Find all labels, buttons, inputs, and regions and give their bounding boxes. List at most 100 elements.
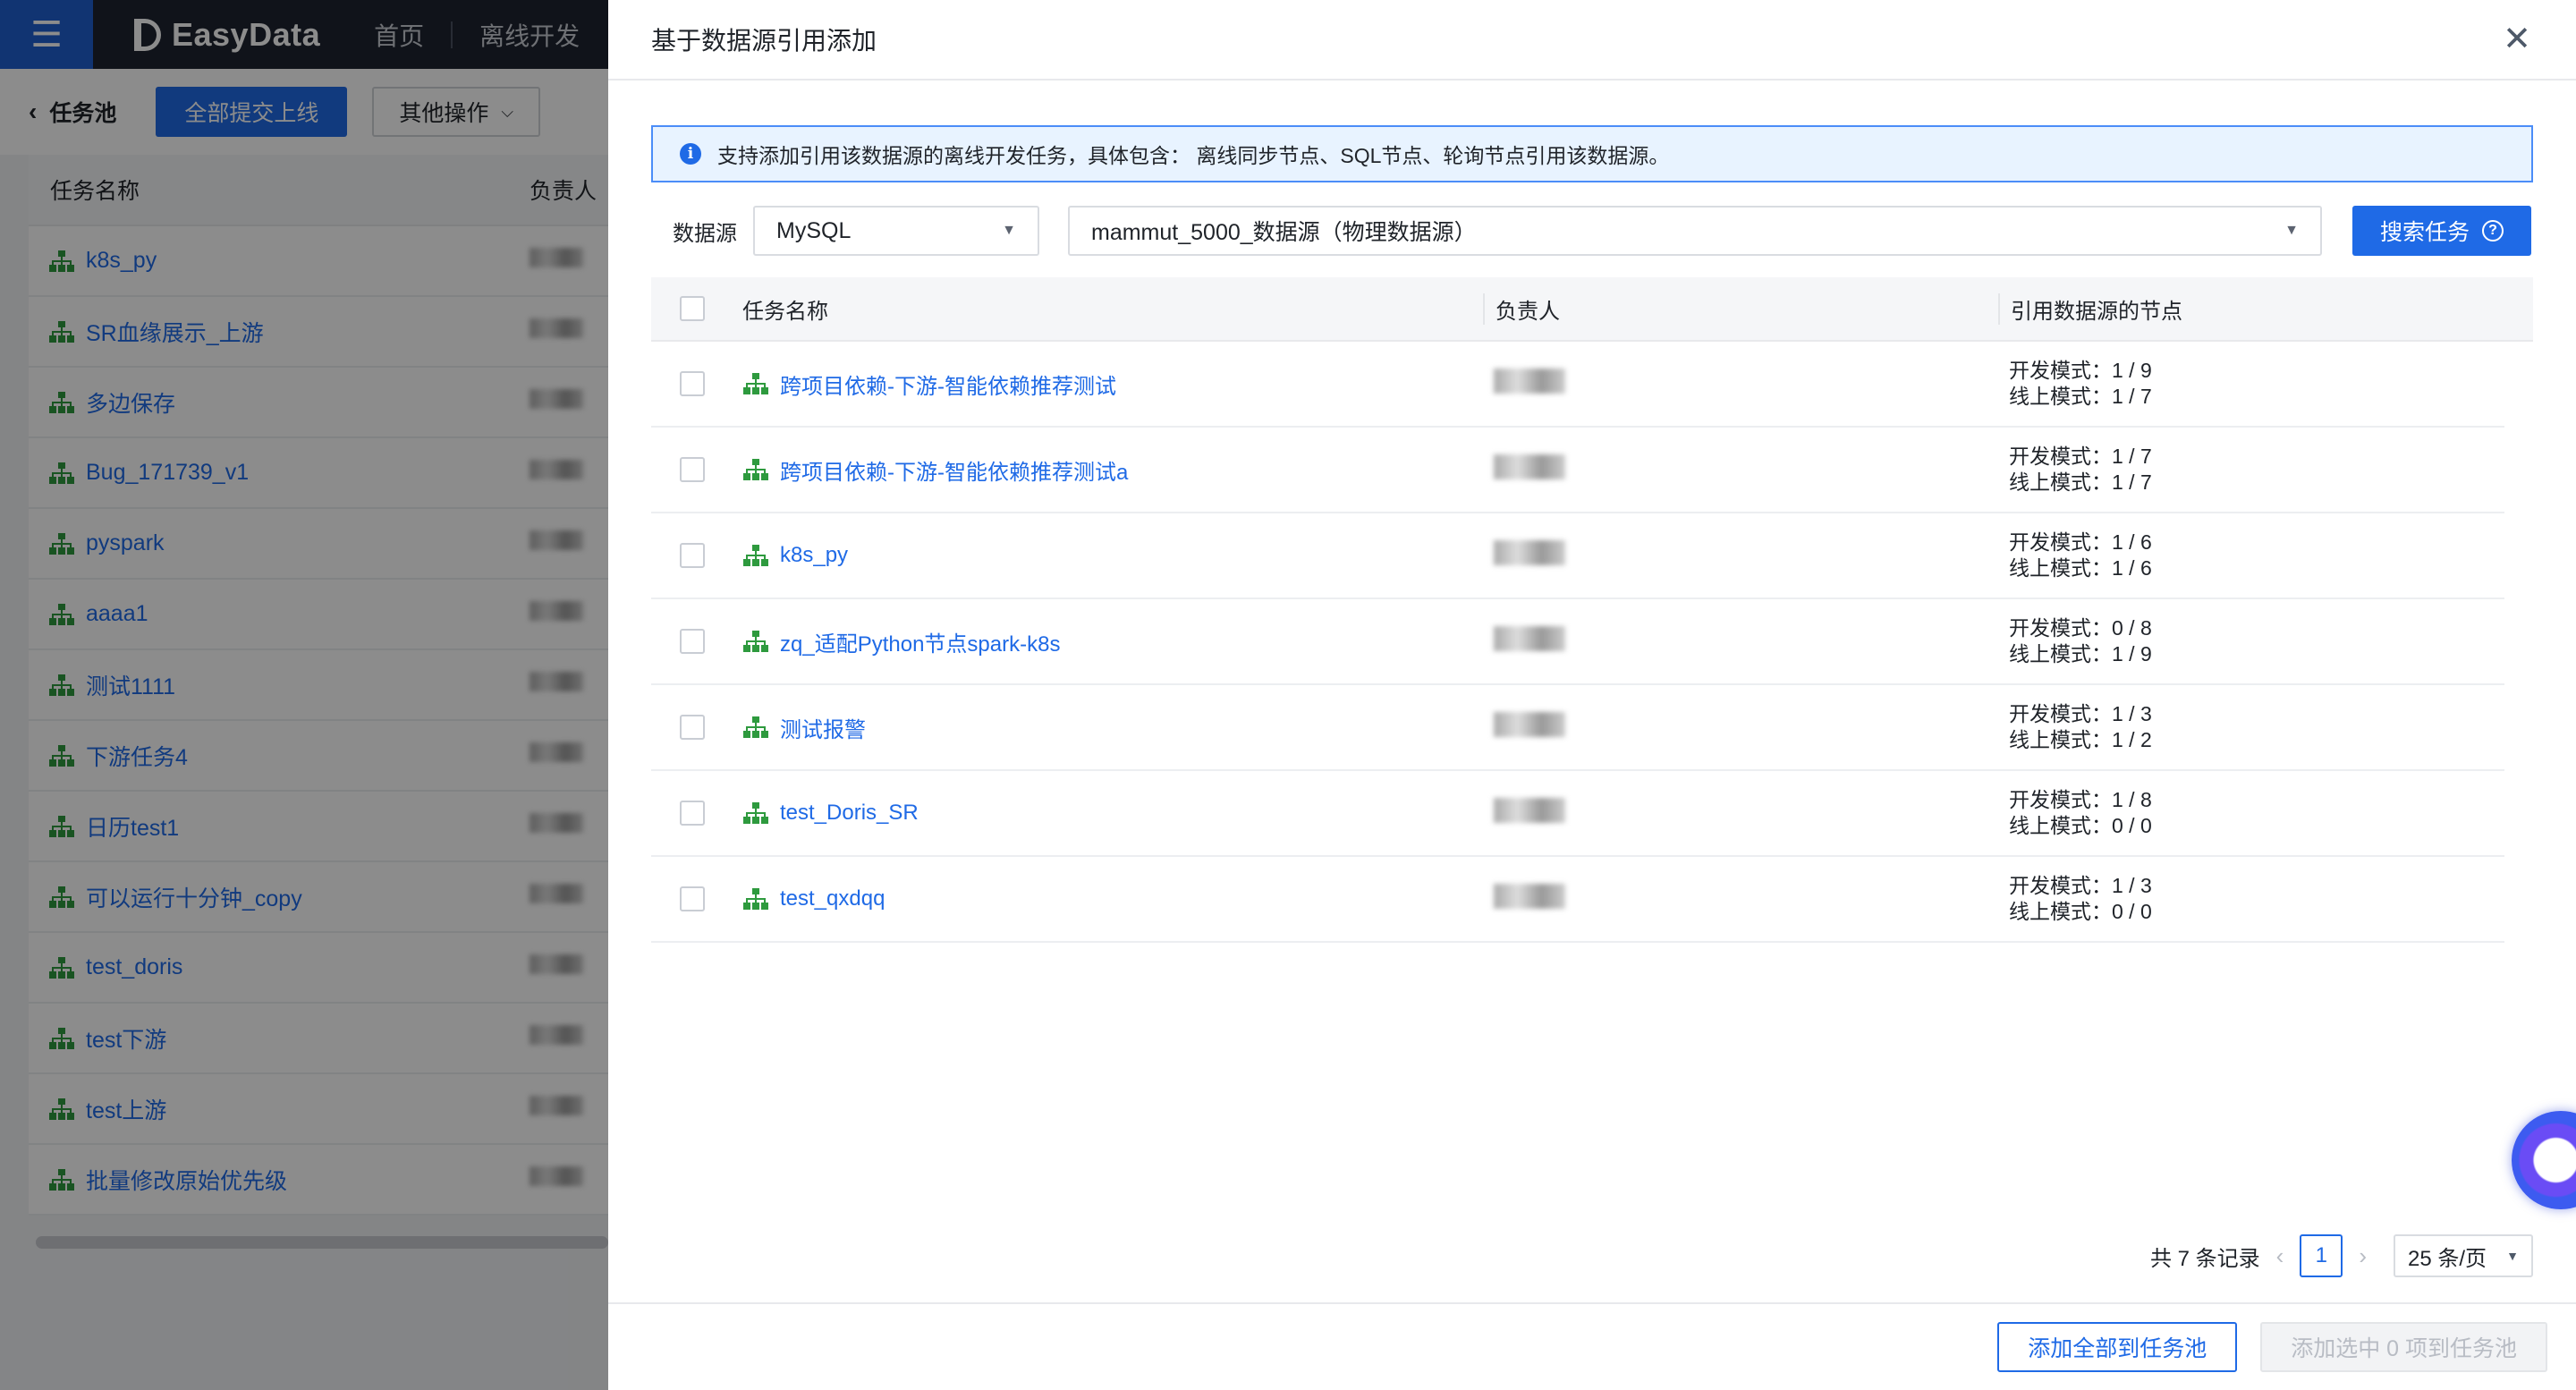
header-owner: 负责人: [1483, 292, 1998, 325]
dev-mode-count: 开发模式：1 / 9: [2009, 359, 2152, 382]
row-checkbox[interactable]: [680, 715, 705, 740]
search-tasks-label: 搜索任务: [2379, 220, 2470, 245]
db-type-select[interactable]: MySQL ▼: [753, 206, 1039, 256]
task-table-row[interactable]: 跨项目依赖-下游-智能依赖推荐测试a 开发模式：1 / 7 线上模式：1 / 7: [651, 428, 2504, 513]
owner-cell: [1483, 711, 1998, 743]
task-name-link[interactable]: k8s_py: [780, 543, 848, 568]
datasource-label: 数据源: [673, 221, 737, 246]
workflow-tree-icon: [743, 545, 768, 566]
online-mode-count: 线上模式：1 / 9: [2009, 642, 2152, 665]
blurred-owner: [1494, 883, 1565, 909]
next-page-icon[interactable]: ›: [2359, 1242, 2367, 1270]
task-name-link[interactable]: test_Doris_SR: [780, 801, 919, 826]
row-checkbox[interactable]: [680, 543, 705, 568]
workflow-tree-icon: [743, 631, 768, 652]
task-table-row[interactable]: 跨项目依赖-下游-智能依赖推荐测试 开发模式：1 / 9 线上模式：1 / 7: [651, 342, 2504, 428]
dev-mode-count: 开发模式：1 / 8: [2009, 788, 2152, 811]
online-mode-count: 线上模式：1 / 6: [2009, 556, 2152, 580]
task-name-cell[interactable]: test_Doris_SR: [742, 801, 1483, 826]
blurred-owner: [1494, 797, 1565, 823]
add-all-button[interactable]: 添加全部到任务池: [1997, 1322, 2238, 1372]
header-ref-nodes: 引用数据源的节点: [1998, 292, 2533, 325]
page-size-value: 25 条/页: [2408, 1246, 2487, 1271]
blurred-owner: [1494, 625, 1565, 651]
task-name-cell[interactable]: 跨项目依赖-下游-智能依赖推荐测试: [742, 369, 1483, 400]
task-name-cell[interactable]: k8s_py: [742, 543, 1483, 568]
close-icon[interactable]: ✕: [2503, 22, 2531, 56]
ref-nodes-cell: 开发模式：1 / 6 线上模式：1 / 6: [1998, 530, 2504, 581]
row-checkbox[interactable]: [680, 371, 705, 396]
datasource-reference-drawer: 基于数据源引用添加 ✕ i 支持添加引用该数据源的离线开发任务，具体包含： 离线…: [608, 0, 2576, 1390]
header-task-name: 任务名称: [742, 299, 828, 324]
help-icon[interactable]: ?: [2482, 220, 2504, 242]
owner-cell: [1483, 368, 1998, 400]
online-mode-count: 线上模式：0 / 0: [2009, 900, 2152, 923]
total-count: 共 7 条记录: [2149, 1246, 2260, 1271]
filter-row: 数据源 MySQL ▼ mammut_5000_数据源（物理数据源） ▼ 搜索任…: [651, 206, 2533, 256]
workflow-tree-icon: [743, 716, 768, 738]
ref-nodes-cell: 开发模式：0 / 8 线上模式：1 / 9: [1998, 615, 2504, 667]
owner-cell: [1483, 883, 1998, 915]
task-name-cell[interactable]: test_qxdqq: [742, 886, 1483, 911]
workflow-tree-icon: [743, 888, 768, 910]
datasource-value: mammut_5000_数据源（物理数据源）: [1091, 220, 1477, 245]
task-name-link[interactable]: 测试报警: [780, 712, 866, 743]
dev-mode-count: 开发模式：1 / 3: [2009, 874, 2152, 897]
blurred-owner: [1494, 711, 1565, 737]
task-table-row[interactable]: k8s_py 开发模式：1 / 6 线上模式：1 / 6: [651, 513, 2504, 599]
page-size-select[interactable]: 25 条/页 ▼: [2394, 1234, 2533, 1277]
caret-down-icon: ▼: [1002, 223, 1016, 238]
caret-down-icon: ▼: [2506, 1249, 2519, 1263]
task-name-link[interactable]: 跨项目依赖-下游-智能依赖推荐测试a: [780, 454, 1128, 486]
ref-nodes-cell: 开发模式：1 / 8 线上模式：0 / 0: [1998, 787, 2504, 839]
task-name-link[interactable]: zq_适配Python节点spark-k8s: [780, 626, 1060, 657]
task-table-row[interactable]: test_Doris_SR 开发模式：1 / 8 线上模式：0 / 0: [651, 771, 2504, 857]
info-text: 支持添加引用该数据源的离线开发任务，具体包含： 离线同步节点、SQL节点、轮询节…: [717, 144, 1670, 167]
drawer-header: 基于数据源引用添加 ✕: [608, 0, 2576, 81]
ref-nodes-cell: 开发模式：1 / 3 线上模式：0 / 0: [1998, 873, 2504, 925]
workflow-tree-icon: [743, 459, 768, 480]
task-name-link[interactable]: test_qxdqq: [780, 886, 885, 911]
blurred-owner: [1494, 539, 1565, 565]
info-banner: i 支持添加引用该数据源的离线开发任务，具体包含： 离线同步节点、SQL节点、轮…: [651, 125, 2533, 182]
dev-mode-count: 开发模式：0 / 8: [2009, 616, 2152, 640]
task-table-row[interactable]: zq_适配Python节点spark-k8s 开发模式：0 / 8 线上模式：1 /…: [651, 599, 2504, 685]
owner-cell: [1483, 453, 1998, 486]
online-mode-count: 线上模式：1 / 7: [2009, 470, 2152, 494]
task-table-row[interactable]: test_qxdqq 开发模式：1 / 3 线上模式：0 / 0: [651, 857, 2504, 943]
owner-cell: [1483, 625, 1998, 657]
add-selected-button[interactable]: 添加选中 0 项到任务池: [2260, 1322, 2547, 1372]
workflow-tree-icon: [743, 373, 768, 394]
db-type-value: MySQL: [776, 217, 852, 243]
online-mode-count: 线上模式：0 / 0: [2009, 814, 2152, 837]
task-table-row[interactable]: 测试报警 开发模式：1 / 3 线上模式：1 / 2: [651, 685, 2504, 771]
page-number-1[interactable]: 1: [2300, 1234, 2343, 1277]
owner-cell: [1483, 797, 1998, 829]
dev-mode-count: 开发模式：1 / 6: [2009, 530, 2152, 554]
owner-cell: [1483, 539, 1998, 572]
task-name-cell[interactable]: 测试报警: [742, 712, 1483, 743]
modal-overlay[interactable]: [0, 0, 608, 1390]
task-name-cell[interactable]: 跨项目依赖-下游-智能依赖推荐测试a: [742, 454, 1483, 486]
task-table: 任务名称 负责人 引用数据源的节点 跨项目依赖-下游-智能依赖推荐测试开发模式：…: [651, 277, 2533, 943]
blurred-owner: [1494, 453, 1565, 479]
dev-mode-count: 开发模式：1 / 7: [2009, 445, 2152, 468]
search-tasks-button[interactable]: 搜索任务 ?: [2352, 206, 2531, 256]
ref-nodes-cell: 开发模式：1 / 7 线上模式：1 / 7: [1998, 444, 2504, 496]
online-mode-count: 线上模式：1 / 7: [2009, 385, 2152, 408]
task-name-link[interactable]: 跨项目依赖-下游-智能依赖推荐测试: [780, 369, 1116, 400]
caret-down-icon: ▼: [2284, 223, 2299, 238]
row-checkbox[interactable]: [680, 629, 705, 654]
drawer-title: 基于数据源引用添加: [651, 27, 877, 55]
workflow-tree-icon: [743, 802, 768, 824]
select-all-checkbox[interactable]: [680, 296, 705, 321]
row-checkbox[interactable]: [680, 457, 705, 482]
drawer-footer: 添加全部到任务池 添加选中 0 项到任务池: [608, 1302, 2576, 1390]
task-name-cell[interactable]: zq_适配Python节点spark-k8s: [742, 626, 1483, 657]
task-table-header: 任务名称 负责人 引用数据源的节点: [651, 277, 2533, 342]
prev-page-icon[interactable]: ‹: [2276, 1242, 2284, 1270]
datasource-select[interactable]: mammut_5000_数据源（物理数据源） ▼: [1068, 206, 2322, 256]
row-checkbox[interactable]: [680, 886, 705, 911]
ref-nodes-cell: 开发模式：1 / 9 线上模式：1 / 7: [1998, 358, 2504, 410]
row-checkbox[interactable]: [680, 801, 705, 826]
